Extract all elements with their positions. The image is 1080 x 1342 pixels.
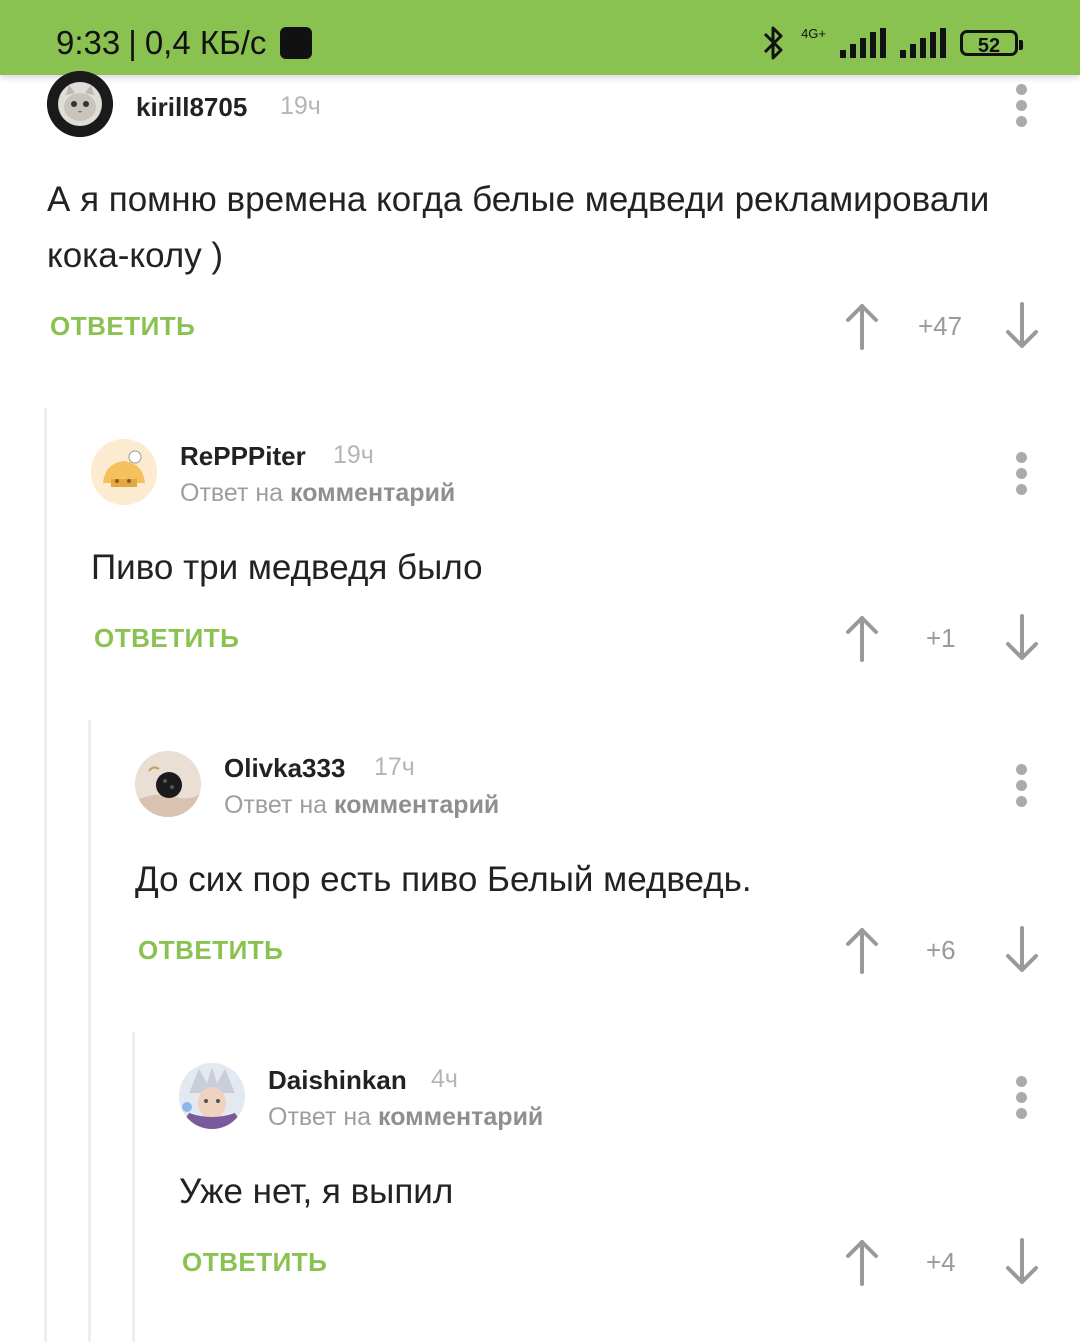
- upvote-arrow-icon[interactable]: [842, 926, 882, 974]
- comment-time: 19ч: [280, 92, 321, 120]
- reply-to-link[interactable]: комментарий: [334, 791, 499, 819]
- reply-to-link[interactable]: комментарий: [290, 479, 455, 507]
- reply-to-prefix: Ответ на: [224, 791, 328, 819]
- thread-line-3: [132, 1032, 135, 1342]
- upvote-arrow-icon[interactable]: [842, 302, 882, 350]
- more-options-icon[interactable]: [1016, 452, 1028, 496]
- comment-time: 4ч: [431, 1065, 458, 1093]
- comment-text: Уже нет, я выпил: [179, 1172, 454, 1211]
- comment-text: Пиво три медведя было: [91, 548, 483, 587]
- cartoon-avatar-icon: [91, 439, 157, 505]
- downvote-arrow-icon[interactable]: [1002, 302, 1042, 350]
- upvote-arrow-icon[interactable]: [842, 614, 882, 662]
- comment-text: А я помню времена когда белые медведи ре…: [47, 180, 990, 275]
- upvote-arrow-icon[interactable]: [842, 1238, 882, 1286]
- comment-author[interactable]: Olivka333: [224, 753, 345, 784]
- avatar[interactable]: [47, 71, 113, 137]
- anime-avatar-icon: [179, 1063, 245, 1129]
- cat-avatar-icon: [47, 71, 113, 137]
- thread-line-2: [88, 720, 91, 1342]
- bluetooth-icon: [764, 26, 783, 60]
- avatar[interactable]: [179, 1063, 245, 1129]
- reply-button[interactable]: ОТВЕТИТЬ: [94, 623, 239, 654]
- downvote-arrow-icon[interactable]: [1002, 1238, 1042, 1286]
- status-speed: 0,4 КБ/с: [144, 24, 267, 61]
- reply-to-info: Ответ на комментарий: [180, 479, 455, 508]
- more-options-icon[interactable]: [1016, 1076, 1028, 1120]
- comment-time: 17ч: [374, 753, 415, 781]
- comment-time: 19ч: [333, 441, 374, 469]
- reply-button[interactable]: ОТВЕТИТЬ: [50, 311, 195, 342]
- status-separator: |: [128, 24, 137, 61]
- more-options-icon[interactable]: [1016, 764, 1028, 808]
- battery-icon: 52: [960, 30, 1023, 57]
- battery-level: 52: [977, 35, 1001, 57]
- comment-rating: +1: [926, 623, 956, 653]
- status-time: 9:33: [56, 24, 121, 61]
- comment-rating: +47: [918, 311, 963, 341]
- comment-rating: +4: [926, 1247, 956, 1277]
- downvote-arrow-icon[interactable]: [1002, 926, 1042, 974]
- notification-icon: [280, 27, 313, 59]
- reply-to-prefix: Ответ на: [180, 479, 284, 507]
- signal-2-icon: [900, 28, 946, 58]
- reply-button[interactable]: ОТВЕТИТЬ: [138, 935, 283, 966]
- comment-text: До сих пор есть пиво Белый медведь.: [135, 860, 752, 899]
- reply-to-info: Ответ на комментарий: [224, 791, 499, 820]
- comment-author[interactable]: Daishinkan: [268, 1065, 407, 1096]
- reply-button[interactable]: ОТВЕТИТЬ: [182, 1247, 327, 1278]
- comment-rating: +6: [926, 935, 956, 965]
- comment-author[interactable]: kirill8705: [136, 92, 247, 123]
- status-left: 9:33 | 0,4 КБ/с: [56, 24, 313, 62]
- avatar[interactable]: [135, 751, 201, 817]
- status-right: 4G+ 52: [761, 24, 1023, 62]
- thread-line-1: [44, 408, 47, 1342]
- status-bar: 9:33 | 0,4 КБ/с 4G+ 52: [0, 0, 1080, 75]
- avatar[interactable]: [91, 439, 157, 505]
- comment-author[interactable]: RePPPiter: [180, 441, 306, 472]
- reply-to-info: Ответ на комментарий: [268, 1103, 543, 1132]
- reply-to-link[interactable]: комментарий: [378, 1103, 543, 1131]
- ring-avatar-icon: [135, 751, 201, 817]
- network-type: 4G+: [801, 25, 826, 41]
- downvote-arrow-icon[interactable]: [1002, 614, 1042, 662]
- reply-to-prefix: Ответ на: [268, 1103, 372, 1131]
- signal-1-icon: [840, 28, 886, 58]
- more-options-icon[interactable]: [1016, 84, 1028, 128]
